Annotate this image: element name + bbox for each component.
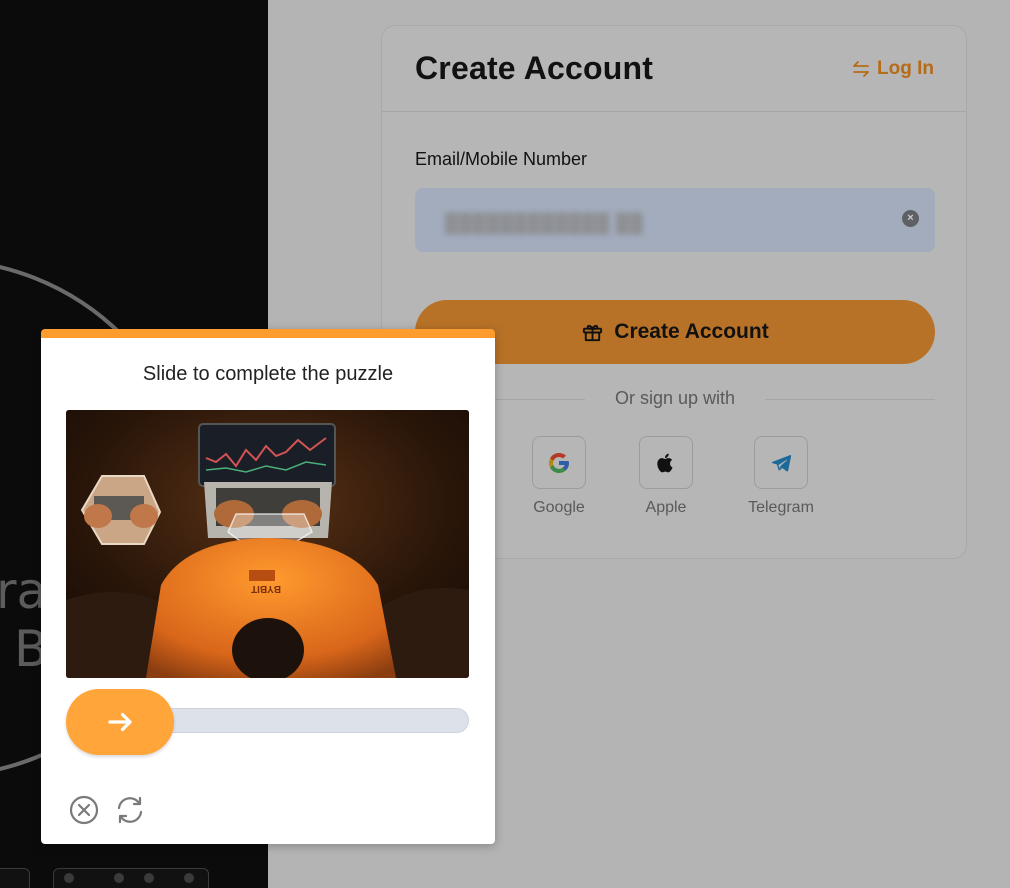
google-signup-icon-box xyxy=(532,436,586,489)
hero-thumbnail xyxy=(0,868,30,888)
telegram-icon xyxy=(771,454,792,471)
slider-handle[interactable] xyxy=(66,689,174,755)
telegram-signup-icon-box xyxy=(754,436,808,489)
apple-signup-icon-box xyxy=(639,436,693,489)
close-circle-icon[interactable] xyxy=(68,794,100,826)
swap-icon xyxy=(853,61,869,77)
google-signup-label: Google xyxy=(533,499,585,516)
apple-signup-button[interactable]: Apple xyxy=(621,436,711,517)
divider-text: Or sign up with xyxy=(614,388,736,408)
hero-thumbnail xyxy=(53,868,209,888)
email-field[interactable]: ████████████ ██ × xyxy=(415,188,935,252)
divider xyxy=(765,399,935,400)
captcha-puzzle-image: BYBIT xyxy=(66,410,469,678)
google-icon xyxy=(549,452,569,473)
shirt-logo-text: BYBIT xyxy=(251,583,281,594)
login-link-label: Log In xyxy=(877,58,934,79)
apple-icon xyxy=(657,453,673,472)
email-field-value: ████████████ ██ xyxy=(445,213,644,233)
puzzle-illustration: BYBIT xyxy=(66,410,469,678)
telegram-signup-button[interactable]: Telegram xyxy=(736,436,826,517)
gift-icon xyxy=(583,324,603,341)
telegram-signup-label: Telegram xyxy=(748,499,814,516)
page-title: Create Account xyxy=(415,50,654,86)
captcha-modal: Slide to complete the puzzle BYBIT xyxy=(41,329,495,844)
arrow-right-icon xyxy=(108,712,132,732)
email-field-label: Email/Mobile Number xyxy=(415,149,588,169)
refresh-icon[interactable] xyxy=(113,793,147,827)
captcha-title: Slide to complete the puzzle xyxy=(142,363,394,385)
signup-card-header: Create Account Log In xyxy=(382,26,966,112)
create-account-label: Create Account xyxy=(614,320,769,343)
google-signup-button[interactable]: Google xyxy=(514,436,604,517)
apple-signup-label: Apple xyxy=(645,499,687,516)
clear-input-icon[interactable]: × xyxy=(902,210,919,227)
login-link[interactable]: Log In xyxy=(851,58,934,80)
